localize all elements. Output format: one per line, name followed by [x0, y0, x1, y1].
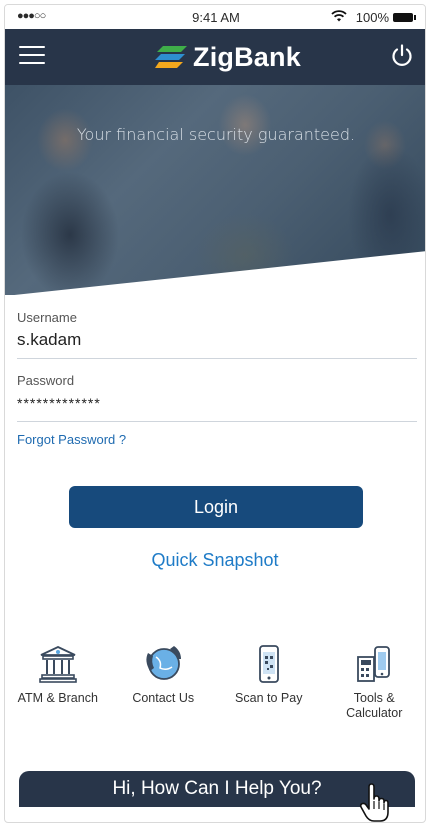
login-form: Username s.kadam Password ************* …: [17, 310, 417, 447]
help-bar-text: Hi, How Can I Help You?: [112, 778, 322, 799]
hero-tagline: Your financial security guaranteed.: [76, 125, 356, 144]
battery-icon: [393, 13, 416, 22]
brand-name: ZigBank: [193, 41, 301, 72]
app-header: ZigBank: [5, 29, 425, 85]
hamburger-icon[interactable]: [19, 46, 45, 66]
hero-banner: Your financial security guaranteed.: [5, 85, 425, 295]
quick-link-tools-calculator[interactable]: Tools & Calculator: [324, 643, 424, 721]
quick-link-label: ATM & Branch: [17, 691, 98, 705]
quick-link-contact-us[interactable]: Contact Us: [113, 643, 213, 721]
hand-cursor-icon: [359, 783, 389, 822]
forgot-password-link[interactable]: Forgot Password ?: [17, 432, 417, 447]
quick-link-label: Scan to Pay: [235, 691, 303, 705]
quick-snapshot-link[interactable]: Quick Snapshot: [5, 550, 425, 571]
chatbot-help-bar[interactable]: Hi, How Can I Help You?: [19, 771, 415, 807]
status-bar: ●●●○○ 9:41 AM 100%: [5, 5, 425, 29]
password-field[interactable]: *************: [17, 393, 417, 422]
phone-qr-icon: [258, 645, 279, 683]
bank-building-icon: [38, 646, 77, 683]
phone-globe-icon: [146, 646, 182, 680]
quick-link-label: Contact Us: [132, 691, 195, 705]
wifi-icon: [331, 10, 347, 22]
app-frame: ●●●○○ 9:41 AM 100% ZigBank Your financia…: [4, 4, 426, 823]
quick-link-scan-to-pay[interactable]: Scan to Pay: [219, 643, 319, 721]
quick-link-label: Tools & Calculator: [346, 691, 403, 720]
quick-link-atm-branch[interactable]: ATM & Branch: [8, 643, 108, 721]
password-label: Password: [17, 373, 75, 388]
calculator-icon: [357, 646, 391, 682]
username-field[interactable]: s.kadam: [17, 330, 417, 359]
brand-logo: ZigBank: [155, 41, 301, 73]
username-label: Username: [17, 310, 77, 325]
zigbank-logo-icon: [155, 46, 187, 68]
power-icon[interactable]: [389, 43, 415, 69]
quick-links: ATM & Branch Contact Us Scan to Pay Tool…: [5, 643, 425, 721]
login-button[interactable]: Login: [69, 486, 363, 528]
hero-diagonal-divider: [14, 251, 425, 295]
battery-percentage: 100%: [355, 10, 389, 25]
